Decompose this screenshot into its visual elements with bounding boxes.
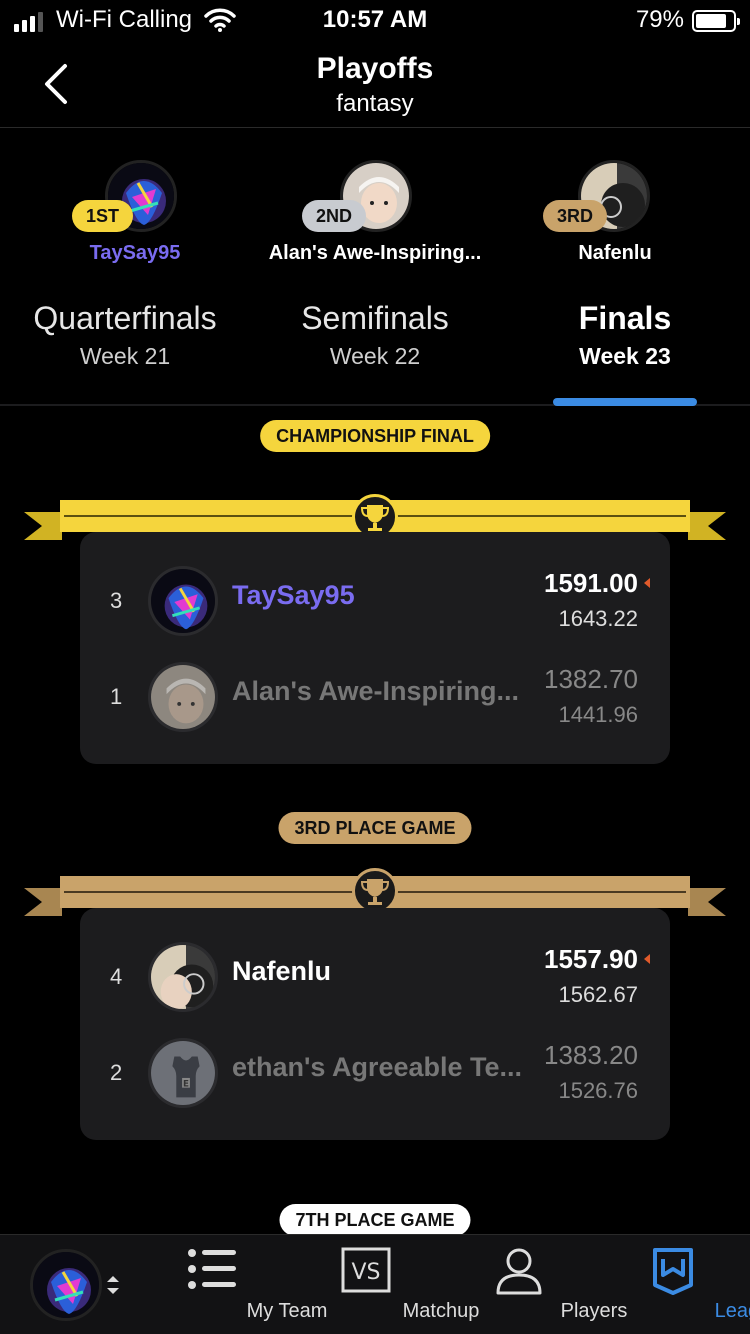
sort-arrows-icon[interactable] bbox=[104, 1273, 122, 1302]
nav-header: Playoffs fantasy bbox=[0, 42, 750, 128]
matchup-row[interactable]: 4 Nafenlu 1557.90 1562.67 bbox=[80, 930, 670, 1026]
championship-matchup-card[interactable]: 3 TaySay95 1591.00 1643.22 1 Alan's Awe-… bbox=[80, 532, 670, 764]
tab-label: Semifinals bbox=[301, 300, 449, 336]
battery-icon bbox=[692, 10, 740, 32]
seed-number: 2 bbox=[110, 1060, 123, 1085]
rank-badge: 3RD bbox=[543, 200, 608, 232]
tab-semifinals[interactable]: Semifinals Week 22 bbox=[250, 300, 500, 370]
section-title-championship: CHAMPIONSHIP FINAL bbox=[260, 420, 490, 452]
tab-week: Week 22 bbox=[329, 343, 421, 369]
svg-text:VS: VS bbox=[351, 1260, 380, 1285]
winner-arrow-icon bbox=[644, 578, 650, 588]
matchup-row[interactable]: 2 E ethan's Agreeable Te... 1383.20 1526… bbox=[80, 1026, 670, 1122]
podium: 1ST TaySay95 2ND Alan's Awe-Inspiring...… bbox=[0, 150, 750, 270]
battery-percent: 79% bbox=[635, 6, 684, 33]
podium-name: TaySay95 bbox=[89, 242, 181, 264]
section-title-seventh-place: 7TH PLACE GAME bbox=[279, 1204, 471, 1236]
team-name: ethan's Agreeable Te... bbox=[232, 1052, 523, 1082]
bottom-nav: My Team VS Matchup Players League bbox=[0, 1234, 750, 1334]
team-name: TaySay95 bbox=[232, 580, 355, 610]
third-place-matchup-card[interactable]: 4 Nafenlu 1557.90 1562.67 2 E ethan's Ag… bbox=[80, 908, 670, 1140]
team-name: Nafenlu bbox=[232, 956, 332, 986]
vs-icon: VS bbox=[341, 1247, 391, 1298]
score: 1557.90 bbox=[544, 944, 638, 974]
seed-number: 4 bbox=[110, 964, 123, 989]
score: 1383.20 bbox=[544, 1040, 638, 1070]
team-switcher-avatar[interactable] bbox=[30, 1249, 102, 1321]
matchup-row[interactable]: 1 Alan's Awe-Inspiring... 1382.70 1441.9… bbox=[80, 650, 670, 746]
svg-text:E: E bbox=[183, 1080, 189, 1090]
nav-label: League bbox=[714, 1300, 750, 1322]
rank-badge: 2ND bbox=[302, 200, 367, 232]
nav-my-team[interactable]: My Team bbox=[137, 1235, 327, 1334]
projected-score: 1526.76 bbox=[558, 1078, 638, 1103]
nav-players[interactable]: Players bbox=[444, 1235, 627, 1334]
team-name: Alan's Awe-Inspiring... bbox=[232, 676, 519, 706]
page-subtitle: fantasy bbox=[336, 90, 414, 117]
rank-badge: 1ST bbox=[72, 200, 134, 232]
projected-score: 1441.96 bbox=[558, 702, 638, 727]
tab-label: Quarterfinals bbox=[33, 300, 217, 336]
winner-arrow-icon bbox=[644, 954, 650, 964]
section-title-third-place: 3RD PLACE GAME bbox=[278, 812, 472, 844]
seed-number: 3 bbox=[110, 588, 123, 613]
tab-finals[interactable]: Finals Week 23 bbox=[500, 300, 750, 370]
score: 1382.70 bbox=[544, 664, 638, 694]
round-tabs: Quarterfinals Week 21 Semifinals Week 22… bbox=[0, 290, 750, 406]
avatar bbox=[148, 566, 218, 636]
tab-label: Finals bbox=[578, 300, 672, 336]
tab-quarterfinals[interactable]: Quarterfinals Week 21 bbox=[0, 300, 250, 370]
avatar: E bbox=[148, 1038, 218, 1108]
active-tab-indicator bbox=[553, 398, 697, 406]
score: 1591.00 bbox=[544, 568, 638, 598]
projected-score: 1562.67 bbox=[558, 982, 638, 1007]
tab-week: Week 21 bbox=[79, 343, 171, 369]
tab-week: Week 23 bbox=[579, 343, 671, 369]
projected-score: 1643.22 bbox=[558, 606, 638, 631]
status-bar: Wi-Fi Calling 10:57 AM 79% bbox=[0, 0, 750, 42]
league-shield-icon bbox=[651, 1247, 695, 1300]
nav-league[interactable]: League bbox=[598, 1235, 750, 1334]
podium-name: Alan's Awe-Inspiring... bbox=[268, 242, 482, 264]
seed-number: 1 bbox=[110, 684, 123, 709]
podium-name: Nafenlu bbox=[578, 242, 652, 264]
matchup-row[interactable]: 3 TaySay95 1591.00 1643.22 bbox=[80, 554, 670, 650]
avatar bbox=[148, 942, 218, 1012]
list-icon bbox=[186, 1247, 238, 1296]
nav-matchup[interactable]: VS Matchup bbox=[291, 1235, 479, 1334]
page-title: Playoffs bbox=[316, 52, 434, 85]
avatar bbox=[148, 662, 218, 732]
person-icon bbox=[494, 1247, 544, 1300]
